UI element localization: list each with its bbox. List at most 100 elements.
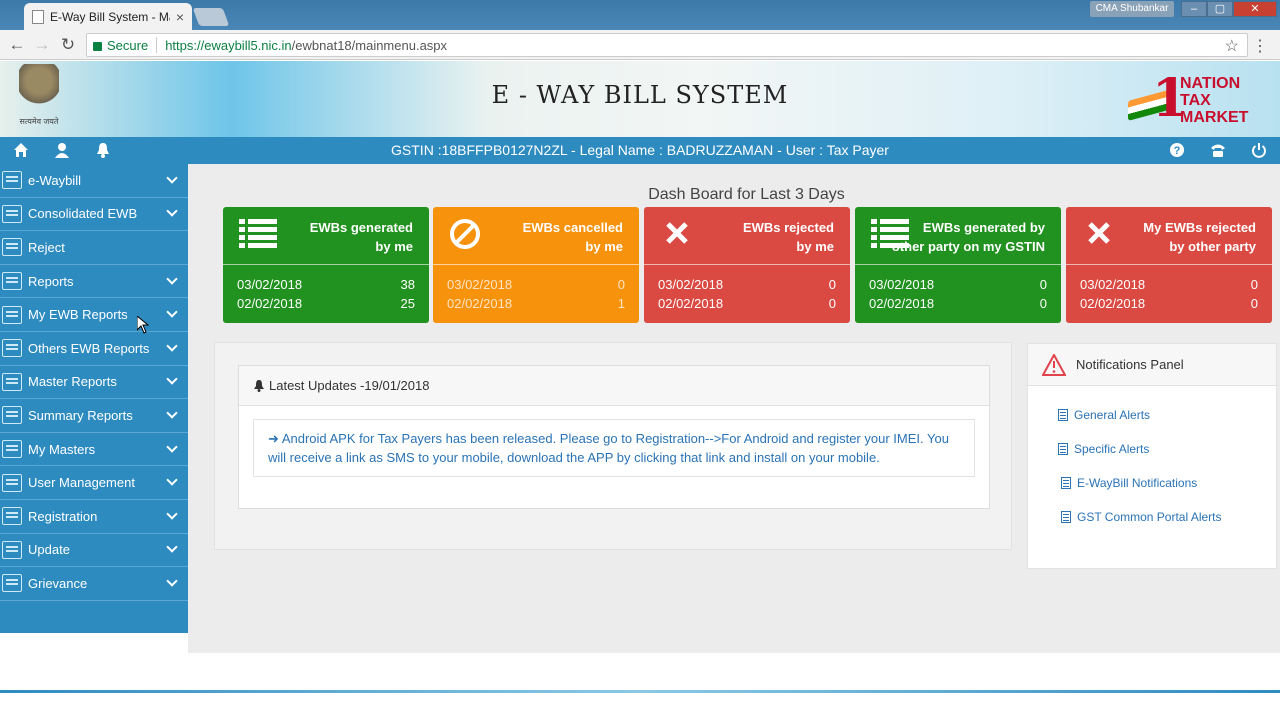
- sidebar-item-label: Grievance: [28, 575, 88, 591]
- gst-logo-line: NATION: [1180, 75, 1241, 92]
- sidebar-item-e-waybill[interactable]: e-Waybill: [0, 164, 188, 198]
- sidebar-item-my-ewb-reports[interactable]: My EWB Reports: [0, 298, 188, 332]
- row-count: 0: [828, 277, 836, 292]
- users-icon: [2, 473, 22, 492]
- document-icon: [1058, 443, 1068, 455]
- help-icon[interactable]: ?: [1168, 142, 1186, 160]
- card-ewbs-generated-by-other-party[interactable]: EWBs generated by other party on my GSTI…: [855, 207, 1061, 323]
- back-icon[interactable]: ←: [7, 35, 27, 55]
- card-row: 02/02/2018 1: [433, 294, 639, 313]
- card-ewbs-generated-by-me[interactable]: EWBs generated by me 03/02/2018 38 02/02/…: [223, 207, 429, 323]
- card-row: 03/02/2018 0: [433, 275, 639, 294]
- page-favicon-icon: [32, 9, 44, 24]
- row-count: 0: [828, 296, 836, 311]
- row-count: 38: [400, 277, 415, 292]
- sidebar-item-user-management[interactable]: User Management: [0, 466, 188, 500]
- card-row: 02/02/2018 0: [1066, 294, 1272, 313]
- chevron-down-icon: [166, 508, 178, 520]
- sidebar-item-registration[interactable]: Registration: [0, 500, 188, 534]
- phone-icon[interactable]: [1209, 142, 1227, 160]
- card-ewbs-cancelled-by-me[interactable]: EWBs cancelled by me 03/02/2018 0 02/02/2…: [433, 207, 639, 323]
- sidebar-item-label: User Management: [28, 475, 135, 491]
- address-bar[interactable]: Secure https://ewaybill5.nic.in /ewbnat1…: [86, 33, 1248, 57]
- svg-text:?: ?: [1174, 145, 1181, 157]
- new-tab-button[interactable]: [192, 8, 230, 26]
- card-title-line: by me: [585, 239, 623, 254]
- bookmark-star-icon[interactable]: ☆: [1225, 36, 1239, 56]
- sidebar-item-grievance[interactable]: Grievance: [0, 567, 188, 601]
- sidebar-item-label: Registration: [28, 508, 98, 524]
- report-icon: [2, 339, 22, 358]
- card-row: 03/02/2018 0: [644, 275, 850, 294]
- row-count: 1: [617, 296, 625, 311]
- card-row: 03/02/2018 38: [223, 275, 429, 294]
- sidebar-item-reports[interactable]: Reports: [0, 265, 188, 299]
- browser-menu-icon[interactable]: ⋮: [1252, 36, 1268, 56]
- footer-accent-line: [0, 690, 1280, 693]
- power-icon[interactable]: [1250, 142, 1268, 160]
- card-ewbs-rejected-by-me[interactable]: EWBs rejected by me 03/02/2018 0 02/02/20…: [644, 207, 850, 323]
- notification-link-general-alerts[interactable]: General Alerts: [1028, 398, 1276, 432]
- row-count: 0: [1039, 277, 1047, 292]
- window-close-button[interactable]: ✕: [1233, 1, 1277, 17]
- update-message[interactable]: ➜ Android APK for Tax Payers has been re…: [253, 419, 975, 477]
- sidebar-item-label: Others EWB Reports: [28, 340, 150, 356]
- chevron-down-icon: [166, 373, 178, 386]
- card-my-ewbs-rejected-by-other-party[interactable]: My EWBs rejected by other party 03/02/20…: [1066, 207, 1272, 323]
- sidebar-item-master-reports[interactable]: Master Reports: [0, 366, 188, 400]
- forward-icon[interactable]: →: [32, 35, 52, 55]
- notification-link-label: Specific Alerts: [1074, 442, 1150, 456]
- card-row: 02/02/2018 0: [855, 294, 1061, 313]
- sidebar-item-others-ewb-reports[interactable]: Others EWB Reports: [0, 332, 188, 366]
- sidebar-item-update[interactable]: Update: [0, 534, 188, 568]
- window-restore-button[interactable]: ▢: [1207, 1, 1233, 17]
- browser-tab[interactable]: E-Way Bill System - Main ×: [24, 3, 192, 30]
- card-title: EWBs cancelled by me: [473, 218, 623, 256]
- row-date: 03/02/2018: [658, 277, 724, 292]
- secure-label: Secure: [107, 37, 149, 53]
- latest-updates-header: Latest Updates -19/01/2018: [239, 366, 989, 406]
- card-header: EWBs cancelled by me: [433, 207, 639, 265]
- card-row: 02/02/2018 25: [223, 294, 429, 313]
- card-title-line: EWBs cancelled: [522, 220, 623, 235]
- card-title-line: other party on my GSTIN: [891, 239, 1045, 254]
- sidebar-item-label: My Masters: [28, 441, 96, 457]
- card-row: 02/02/2018 0: [644, 294, 850, 313]
- arrow-right-icon: ➜: [268, 431, 279, 446]
- notifications-header: Notifications Panel: [1028, 344, 1276, 386]
- gst-logo-text: NATION TAX MARKET: [1180, 75, 1248, 126]
- card-title-line: by me: [375, 239, 413, 254]
- card-header: EWBs generated by me: [223, 207, 429, 265]
- site-title: E - WAY BILL SYSTEM: [491, 81, 789, 109]
- gst-logo-line: MARKET: [1180, 109, 1249, 126]
- document-icon: [1061, 511, 1071, 523]
- tab-close-icon[interactable]: ×: [176, 9, 184, 25]
- notifications-panel: Notifications Panel General Alerts Speci…: [1027, 343, 1277, 569]
- gst-logo-line: TAX: [1180, 92, 1211, 109]
- row-date: 03/02/2018: [447, 277, 513, 292]
- notification-link-label: E-WayBill Notifications: [1077, 476, 1198, 490]
- sidebar-item-label: Summary Reports: [28, 407, 133, 423]
- card-header: EWBs generated by other party on my GSTI…: [855, 207, 1061, 265]
- window-minimize-button[interactable]: –: [1181, 1, 1207, 17]
- sidebar-item-label: Master Reports: [28, 374, 117, 390]
- profile-button[interactable]: CMA Shubankar: [1090, 1, 1174, 17]
- card-header: EWBs rejected by me: [644, 207, 850, 265]
- chevron-down-icon: [166, 205, 178, 218]
- user-info-bar: GSTIN :18BFFPB0127N2ZL - Legal Name : BA…: [0, 137, 1280, 164]
- card-title-line: EWBs generated: [309, 220, 413, 235]
- sidebar-item-reject[interactable]: Reject: [0, 231, 188, 265]
- omnibox-divider: [156, 37, 158, 53]
- chevron-down-icon: [166, 541, 178, 553]
- reload-icon[interactable]: ↻: [58, 35, 78, 55]
- notification-link-specific-alerts[interactable]: Specific Alerts: [1028, 432, 1276, 466]
- update-icon: [2, 540, 22, 559]
- update-message-text: Android APK for Tax Payers has been rele…: [268, 431, 949, 465]
- bell-icon: [254, 379, 264, 392]
- sidebar-item-consolidated-ewb[interactable]: Consolidated EWB: [0, 198, 188, 232]
- sidebar-item-my-masters[interactable]: My Masters: [0, 433, 188, 467]
- card-title-line: My EWBs rejected: [1143, 220, 1256, 235]
- notification-link-gst-portal-alerts[interactable]: GST Common Portal Alerts: [1028, 500, 1276, 534]
- sidebar-item-summary-reports[interactable]: Summary Reports: [0, 399, 188, 433]
- notification-link-ewaybill-notifications[interactable]: E-WayBill Notifications: [1028, 466, 1276, 500]
